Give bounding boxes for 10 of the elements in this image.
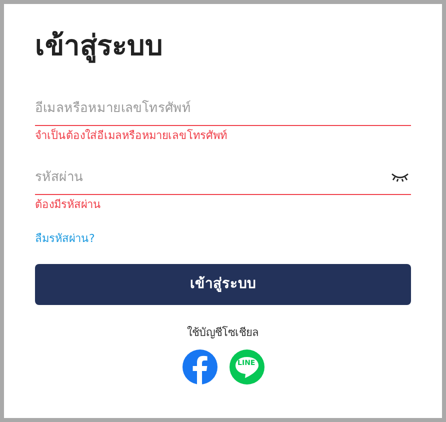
error-message: ต้องมีรหัสผ่าน — [35, 196, 101, 212]
password-field[interactable]: รหัสผ่าน — [35, 160, 411, 194]
page-title: เข้าสู่ระบบ — [35, 28, 163, 65]
social-label: ใช้บัญชีโซเชียล — [187, 324, 259, 340]
error-message: จำเป็นต้องใส่อีเมลหรือหมายเลขโทรศัพท์ — [35, 128, 227, 144]
login-button[interactable]: เข้าสู่ระบบ — [35, 264, 411, 304]
closed-eye-icon[interactable] — [391, 172, 409, 182]
email-field[interactable]: อีเมลหรือหมายเลขโทรศัพท์ — [35, 92, 411, 126]
facebook-button[interactable] — [182, 349, 218, 385]
forgot-password-link[interactable]: ลืมรหัสผ่าน? — [35, 231, 95, 248]
